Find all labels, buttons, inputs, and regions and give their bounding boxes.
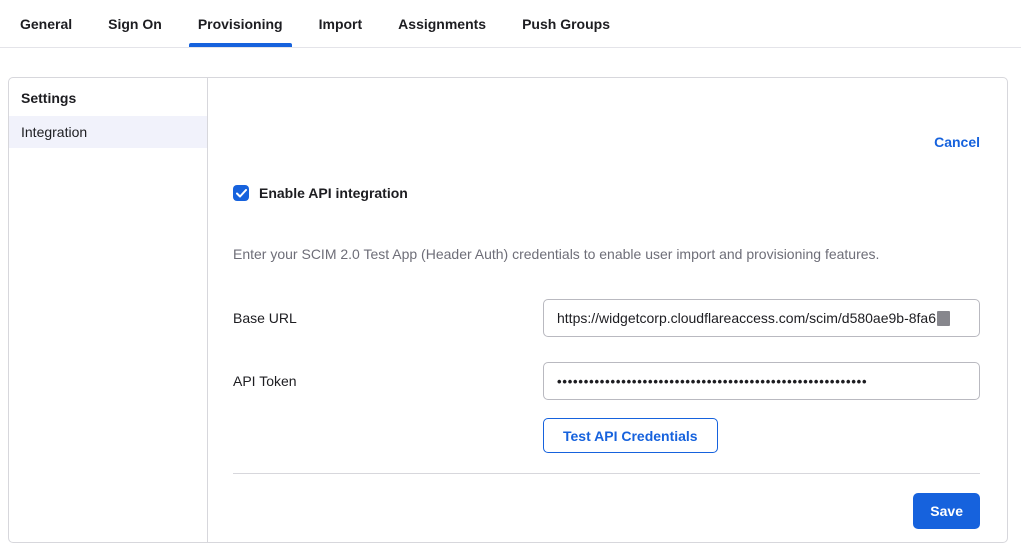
tab-import[interactable]: Import <box>310 0 372 47</box>
api-token-label: API Token <box>233 373 543 389</box>
sidebar-item-label: Integration <box>21 124 87 140</box>
api-token-row: API Token ••••••••••••••••••••••••••••••… <box>233 362 980 400</box>
api-token-input[interactable]: ••••••••••••••••••••••••••••••••••••••••… <box>543 362 980 400</box>
footer-divider <box>233 473 980 474</box>
save-row: Save <box>233 493 980 529</box>
credentials-description: Enter your SCIM 2.0 Test App (Header Aut… <box>233 246 980 262</box>
base-url-input[interactable]: https://widgetcorp.cloudflareaccess.com/… <box>543 299 980 337</box>
redacted-text-block <box>937 311 950 326</box>
base-url-value: https://widgetcorp.cloudflareaccess.com/… <box>557 310 936 326</box>
integration-content: Cancel Enable API integration Enter your… <box>208 78 1007 542</box>
cancel-link[interactable]: Cancel <box>934 134 980 150</box>
provisioning-panel: Settings Integration Cancel Enable API i… <box>8 77 1008 543</box>
enable-api-checkbox[interactable] <box>233 185 249 201</box>
test-credentials-row: Test API Credentials <box>233 418 980 453</box>
cancel-row: Cancel <box>233 134 980 152</box>
tab-assignments[interactable]: Assignments <box>389 0 495 47</box>
tab-provisioning[interactable]: Provisioning <box>189 0 292 47</box>
api-token-masked-value: ••••••••••••••••••••••••••••••••••••••••… <box>557 374 867 389</box>
tab-general[interactable]: General <box>11 0 81 47</box>
enable-api-row: Enable API integration <box>233 185 980 201</box>
sidebar-header: Settings <box>9 78 207 116</box>
settings-sidebar: Settings Integration <box>9 78 208 542</box>
test-api-credentials-button[interactable]: Test API Credentials <box>543 418 718 453</box>
base-url-label: Base URL <box>233 310 543 326</box>
app-tabbar: General Sign On Provisioning Import Assi… <box>0 0 1021 48</box>
enable-api-label: Enable API integration <box>259 185 408 201</box>
tab-sign-on[interactable]: Sign On <box>99 0 171 47</box>
save-button[interactable]: Save <box>913 493 980 529</box>
sidebar-item-integration[interactable]: Integration <box>9 116 207 148</box>
checkmark-icon <box>236 189 247 198</box>
tab-push-groups[interactable]: Push Groups <box>513 0 619 47</box>
base-url-row: Base URL https://widgetcorp.cloudflareac… <box>233 299 980 337</box>
